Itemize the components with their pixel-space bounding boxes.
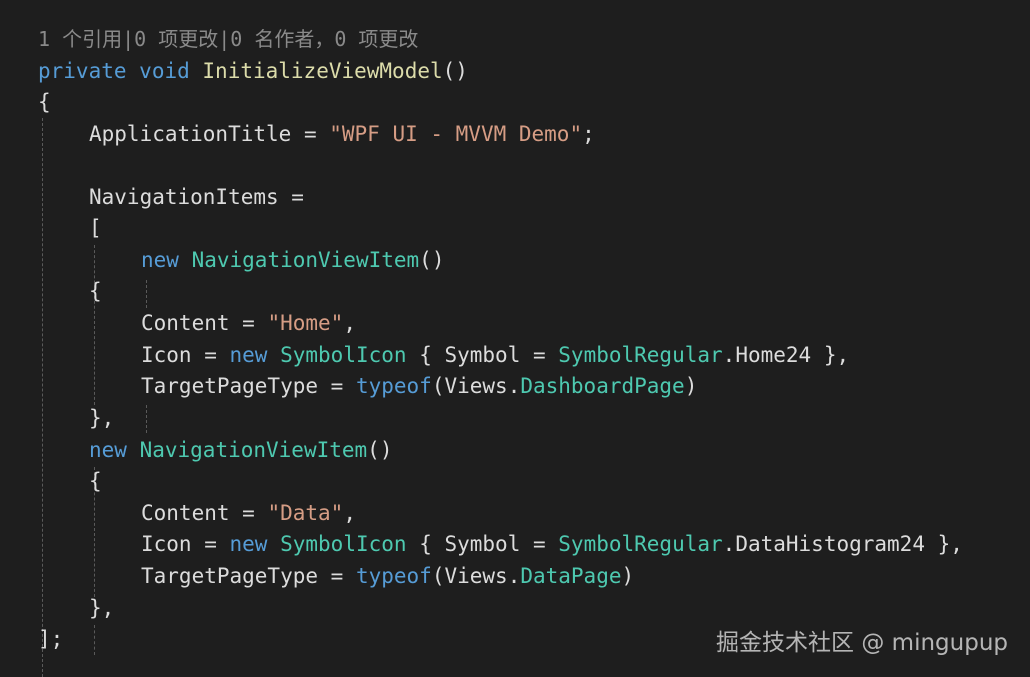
operator: = [229,501,268,525]
indent-guide [94,245,95,405]
dot: . [722,343,736,367]
comma: , [343,311,356,335]
punctuation: { [406,532,445,556]
keyword-void: void [139,59,190,83]
string-literal: "WPF UI - MVVM Demo" [329,122,583,146]
dot: . [507,374,521,398]
indent-guide [42,118,43,677]
operator: = [278,185,304,209]
brace: }, [89,596,115,620]
code-line-navigation-items: NavigationItems = [89,181,304,213]
code-editor[interactable]: 1 个引用|0 项更改|0 名作者，0 项更改 private void Ini… [0,0,1030,677]
indent-guide [94,625,95,655]
identifier: Content [141,501,230,525]
operator: = [229,311,268,335]
enum-member: DataHistogram24 [735,532,925,556]
keyword-new: new [229,343,268,367]
code-line-icon-data: Icon = new SymbolIcon { Symbol = SymbolR… [141,528,963,560]
keyword-typeof: typeof [355,564,432,588]
operator: = [191,343,230,367]
paren: ) [621,564,635,588]
punctuation: }, [924,532,963,556]
code-line-target-home: TargetPageType = typeof(Views.DashboardP… [141,370,697,402]
watermark: 掘金技术社区 @ mingupup [716,630,1008,656]
code-line-open-brace: { [38,86,51,118]
brace: { [89,469,102,493]
enum-member: Home24 [735,343,812,367]
punctuation: { [406,343,445,367]
dot: . [722,532,736,556]
code-line-target-data: TargetPageType = typeof(Views.DataPage) [141,560,634,592]
identifier: Icon [141,532,192,556]
keyword-private: private [38,59,127,83]
enum-type: SymbolRegular [558,343,723,367]
semicolon: ; [582,122,595,146]
operator: = [520,532,559,556]
code-line-method-signature: private void InitializeViewModel() [38,55,468,87]
operator: = [520,343,559,367]
parens: () [419,248,445,272]
keyword-new: new [89,438,127,462]
brace: { [89,279,102,303]
identifier: Symbol [444,343,521,367]
operator: = [318,564,356,588]
code-line-application-title: ApplicationTitle = "WPF UI - MVVM Demo"; [89,118,595,150]
code-line-content-home: Content = "Home", [141,307,356,339]
code-line-open-brace: { [89,275,102,307]
operator: = [191,532,230,556]
string-literal: "Data" [267,501,344,525]
parens: () [367,438,393,462]
parens: () [442,59,468,83]
type-name: SymbolIcon [280,532,407,556]
namespace: Views [444,374,508,398]
brace: { [38,90,51,114]
paren: ) [684,374,698,398]
keyword-new: new [141,248,179,272]
code-line-new-item-home: new NavigationViewItem() [141,244,444,276]
bracket: [ [89,216,102,240]
keyword-new: new [229,532,268,556]
comma: , [343,501,356,525]
identifier: Content [141,311,230,335]
code-line-content-data: Content = "Data", [141,497,356,529]
type-name: NavigationViewItem [191,248,420,272]
code-line-open-brace: { [89,465,102,497]
code-line-icon-home: Icon = new SymbolIcon { Symbol = SymbolR… [141,339,849,371]
type-name: NavigationViewItem [139,438,368,462]
dot: . [507,564,521,588]
indent-guide [146,405,147,433]
indent-guide [146,280,147,308]
identifier: Symbol [444,532,521,556]
bracket: ]; [38,627,64,651]
paren: ( [431,564,445,588]
code-line-close-brace: }, [89,592,114,624]
keyword-typeof: typeof [355,374,432,398]
operator: = [291,122,330,146]
identifier: TargetPageType [141,374,319,398]
namespace: Views [444,564,508,588]
paren: ( [431,374,445,398]
code-line-close-brace: }, [89,402,114,434]
code-line-open-bracket: [ [89,212,102,244]
method-name: InitializeViewModel [202,59,443,83]
identifier: TargetPageType [141,564,319,588]
string-literal: "Home" [267,311,344,335]
identifier: NavigationItems [89,185,279,209]
type-name: DataPage [520,564,622,588]
code-line-close-bracket: ]; [38,623,63,655]
punctuation: }, [811,343,850,367]
type-name: DashboardPage [520,374,685,398]
brace: }, [89,406,115,430]
identifier: ApplicationTitle [89,122,292,146]
codelens-references[interactable]: 1 个引用|0 项更改|0 名作者，0 项更改 [38,23,418,55]
type-name: SymbolIcon [280,343,407,367]
code-line-new-item-data: new NavigationViewItem() [89,434,392,466]
enum-type: SymbolRegular [558,532,723,556]
identifier: Icon [141,343,192,367]
operator: = [318,374,356,398]
